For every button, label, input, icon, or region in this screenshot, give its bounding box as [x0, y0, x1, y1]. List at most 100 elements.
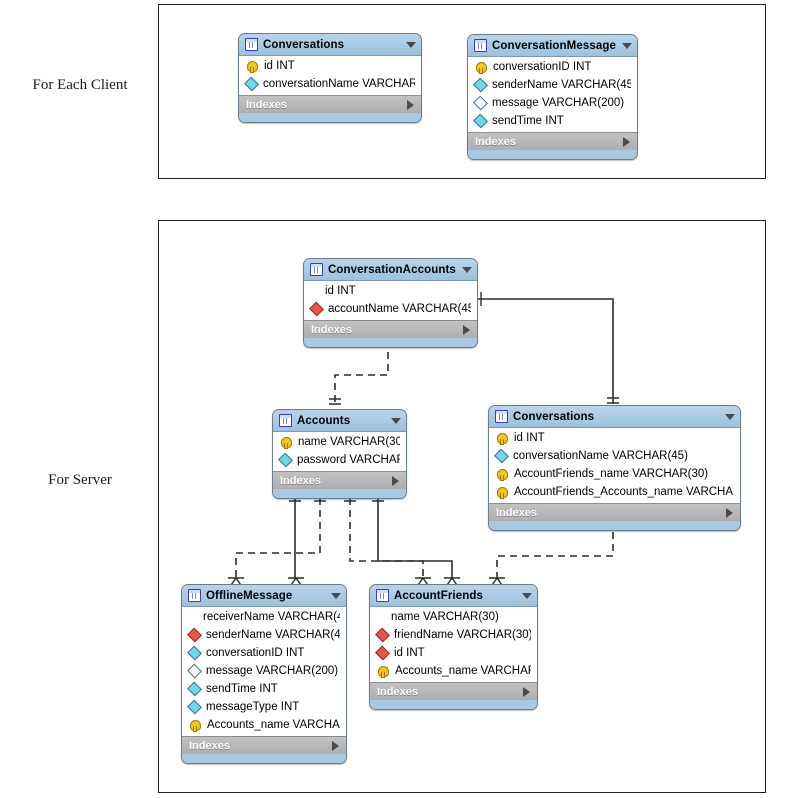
column-label: message VARCHAR(200): [492, 97, 625, 109]
column-label: id INT: [264, 60, 295, 72]
table-columns: name VARCHAR(30) password VARCHAR(45): [273, 432, 406, 471]
chevron-down-icon[interactable]: [406, 41, 416, 48]
table-row[interactable]: id INT: [239, 57, 421, 75]
table-row[interactable]: conversationName VARCHAR(45): [239, 75, 421, 93]
chevron-down-icon[interactable]: [622, 42, 632, 49]
table-header[interactable]: ConversationMessage: [468, 35, 637, 57]
indexes-bar[interactable]: Indexes: [468, 132, 637, 150]
chevron-right-icon[interactable]: [463, 324, 470, 335]
indexes-label: Indexes: [496, 506, 537, 519]
table-footer: [182, 754, 346, 763]
table-card-offlinemessage[interactable]: OfflineMessage receiverName VARCHAR(45) …: [181, 584, 347, 764]
chevron-down-icon[interactable]: [331, 592, 341, 599]
table-row[interactable]: messageType INT: [182, 698, 346, 716]
table-row[interactable]: AccountFriends_name VARCHAR(30): [489, 465, 740, 483]
diamond-filled-icon: [278, 452, 293, 468]
table-header[interactable]: Conversations: [239, 34, 421, 56]
indexes-bar[interactable]: Indexes: [304, 320, 477, 338]
table-row[interactable]: conversationName VARCHAR(45): [489, 447, 740, 465]
table-row[interactable]: sendTime INT: [468, 112, 637, 130]
indexes-bar[interactable]: Indexes: [239, 95, 421, 113]
table-columns: conversationID INT senderName VARCHAR(45…: [468, 57, 637, 132]
chevron-down-icon[interactable]: [391, 417, 401, 424]
table-row[interactable]: AccountFriends_Accounts_name VARCHAR(30): [489, 483, 740, 501]
diamond-filled-icon: [473, 77, 488, 93]
diamond-red-icon: [375, 627, 390, 643]
table-footer: [273, 489, 406, 498]
chevron-down-icon[interactable]: [522, 592, 532, 599]
table-title: Accounts: [297, 414, 351, 427]
indexes-bar[interactable]: Indexes: [370, 682, 537, 700]
table-header[interactable]: AccountFriends: [370, 585, 537, 607]
column-label: receiverName VARCHAR(45): [203, 611, 340, 623]
table-row[interactable]: message VARCHAR(200): [468, 94, 637, 112]
indexes-label: Indexes: [311, 323, 352, 336]
column-label: messageType INT: [206, 701, 300, 713]
table-footer: [239, 113, 421, 122]
table-card-conversationmessage[interactable]: ConversationMessage conversationID INT s…: [467, 34, 638, 160]
table-row[interactable]: name VARCHAR(30): [370, 608, 537, 626]
table-row[interactable]: Accounts_name VARCHAR(30): [370, 662, 537, 680]
table-row[interactable]: password VARCHAR(45): [273, 451, 406, 469]
table-row[interactable]: senderName VARCHAR(45): [468, 76, 637, 94]
table-row[interactable]: conversationID INT: [182, 644, 346, 662]
diamond-filled-icon: [244, 76, 259, 92]
chevron-down-icon[interactable]: [462, 266, 472, 273]
table-row[interactable]: id INT: [304, 282, 477, 300]
column-label: conversationName VARCHAR(45): [263, 78, 415, 90]
column-label: accountName VARCHAR(45): [328, 303, 471, 315]
diagram-canvas: For Each Client For Server Conversations…: [0, 0, 808, 798]
table-card-conversationaccounts[interactable]: ConversationAccounts id INT accountName …: [303, 258, 478, 348]
chevron-down-icon[interactable]: [725, 413, 735, 420]
table-header[interactable]: Conversations: [489, 406, 740, 428]
chevron-right-icon[interactable]: [407, 99, 414, 110]
table-header[interactable]: Accounts: [273, 410, 406, 432]
table-row[interactable]: id INT: [370, 644, 537, 662]
table-card-conversations-server[interactable]: Conversations id INT conversationName VA…: [488, 405, 741, 531]
column-label: Accounts_name VARCHAR(…: [207, 719, 340, 731]
column-label: id INT: [514, 432, 545, 444]
column-label: id INT: [325, 285, 356, 297]
indexes-bar[interactable]: Indexes: [182, 736, 346, 754]
wire-accounts-offlinemessage-dashed: [235, 498, 321, 578]
diamond-red-icon: [375, 645, 390, 661]
chevron-right-icon[interactable]: [392, 475, 399, 486]
wire-accounts-accountfriends-dashed: [349, 498, 424, 578]
table-card-accounts[interactable]: Accounts name VARCHAR(30) password VARCH…: [272, 409, 407, 499]
chevron-right-icon[interactable]: [726, 507, 733, 518]
table-header[interactable]: OfflineMessage: [182, 585, 346, 607]
wire-accounts-accountfriends-solid: [377, 498, 453, 578]
table-columns: name VARCHAR(30) friendName VARCHAR(30) …: [370, 607, 537, 682]
table-row[interactable]: senderName VARCHAR(45): [182, 626, 346, 644]
indexes-bar[interactable]: Indexes: [273, 471, 406, 489]
table-row[interactable]: name VARCHAR(30): [273, 433, 406, 451]
table-row[interactable]: friendName VARCHAR(30): [370, 626, 537, 644]
chevron-right-icon[interactable]: [623, 136, 630, 147]
table-header[interactable]: ConversationAccounts: [304, 259, 477, 281]
table-title: OfflineMessage: [206, 589, 293, 602]
table-row[interactable]: message VARCHAR(200): [182, 662, 346, 680]
table-row[interactable]: Accounts_name VARCHAR(…: [182, 716, 346, 734]
table-row[interactable]: sendTime INT: [182, 680, 346, 698]
diamond-filled-icon: [187, 699, 202, 715]
table-icon: [188, 589, 201, 602]
table-card-conversations-client[interactable]: Conversations id INT conversationName VA…: [238, 33, 422, 123]
indexes-bar[interactable]: Indexes: [489, 503, 740, 521]
table-row[interactable]: receiverName VARCHAR(45): [182, 608, 346, 626]
indexes-label: Indexes: [246, 98, 287, 111]
key-icon: [476, 61, 487, 74]
column-label: message VARCHAR(200): [206, 665, 339, 677]
column-label: name VARCHAR(30): [298, 436, 400, 448]
table-icon: [474, 39, 487, 52]
table-title: AccountFriends: [394, 589, 483, 602]
table-row[interactable]: accountName VARCHAR(45): [304, 300, 477, 318]
table-row[interactable]: conversationID INT: [468, 58, 637, 76]
table-card-accountfriends[interactable]: AccountFriends name VARCHAR(30) friendNa…: [369, 584, 538, 710]
table-row[interactable]: id INT: [489, 429, 740, 447]
table-title: ConversationAccounts: [328, 263, 456, 276]
chevron-right-icon[interactable]: [332, 740, 339, 751]
indexes-label: Indexes: [475, 135, 516, 148]
column-label: AccountFriends_Accounts_name VARCHAR(30): [514, 486, 734, 498]
chevron-right-icon[interactable]: [523, 686, 530, 697]
table-icon: [376, 589, 389, 602]
